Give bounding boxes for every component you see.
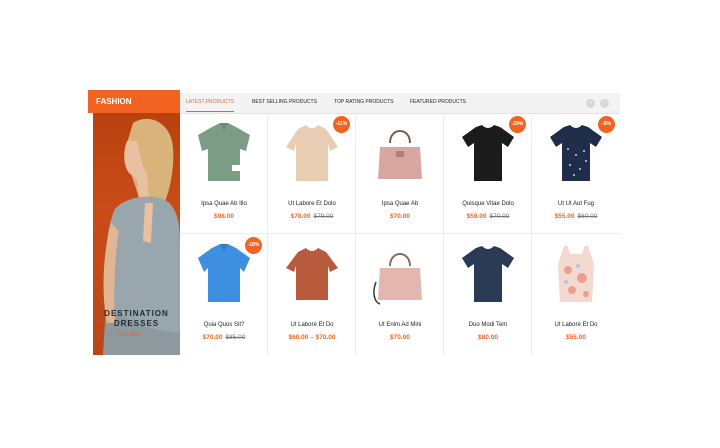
- product-card[interactable]: Ut Enim Ad Mini $70.00: [356, 234, 444, 355]
- old-price: $79.00: [313, 213, 334, 220]
- product-name[interactable]: Ut Labore Et Do: [268, 322, 356, 328]
- current-price: $70.00: [202, 334, 223, 341]
- tab-latest-products[interactable]: Latest Products: [186, 99, 234, 112]
- product-card[interactable]: Ut Labore Et Do $60.00 – $70.00: [268, 234, 356, 355]
- product-name[interactable]: Quisque Vitae Dolo: [444, 201, 532, 207]
- prev-arrow-icon[interactable]: ‹: [586, 99, 595, 108]
- product-grid: Ipsa Quae Ab Illo $98.00 -11% Ut Labore …: [180, 113, 620, 355]
- black-tshirt-icon: [462, 125, 514, 181]
- product-price: $98.00: [180, 213, 268, 220]
- old-price: $70.00: [489, 213, 510, 220]
- banner-title-line1: DESTINATION: [104, 309, 169, 318]
- old-price: $60.00: [577, 213, 598, 220]
- product-name[interactable]: Ut Labore Et Dolo: [268, 201, 356, 207]
- banner-title-line2: DRESSES: [113, 319, 160, 328]
- banner-see-more-link[interactable]: > See More: [115, 332, 141, 338]
- product-price: $50.00 $70.00: [444, 213, 532, 220]
- product-card[interactable]: -11% Ut Labore Et Dolo $70.00 $79.00: [268, 113, 356, 234]
- product-widget: FASHION DESTINATION DRESSES > See More L…: [88, 90, 620, 355]
- product-card[interactable]: Ipsa Quae Ab $70.00: [356, 113, 444, 234]
- product-price: $70.00 $79.00: [268, 213, 356, 220]
- product-card[interactable]: Ut Labore Et Do $55.00: [532, 234, 620, 355]
- product-card[interactable]: -8% Ut Ut Aut Fug $55.00 $60.00: [532, 113, 620, 234]
- green-shirt-icon: [198, 123, 250, 181]
- beige-top-icon: [286, 125, 338, 181]
- product-price: $80.00: [444, 334, 532, 341]
- next-arrow-icon[interactable]: ›: [600, 99, 609, 108]
- current-price: $80.00: [478, 334, 498, 341]
- product-name[interactable]: Ipsa Quae Ab Illo: [180, 201, 268, 207]
- floral-top-icon: [558, 246, 594, 302]
- current-price: $60.00 – $70.00: [288, 334, 336, 341]
- category-title[interactable]: FASHION: [88, 90, 180, 113]
- product-name[interactable]: Ut Enim Ad Mini: [356, 322, 444, 328]
- product-price: $70.00 $85.00: [180, 334, 268, 341]
- product-name[interactable]: Ut Labore Et Do: [532, 322, 620, 328]
- tab-best-selling-products[interactable]: Best Selling Products: [252, 99, 317, 105]
- product-name[interactable]: Ut Ut Aut Fug: [532, 201, 620, 207]
- current-price: $50.00: [466, 213, 487, 220]
- current-price: $55.00: [566, 334, 586, 341]
- current-price: $70.00: [390, 213, 410, 220]
- product-card[interactable]: -18% Quia Quos Sit? $70.00 $85.00: [180, 234, 268, 355]
- product-price: $60.00 – $70.00: [268, 334, 356, 341]
- product-price: $55.00 $60.00: [532, 213, 620, 220]
- current-price: $98.00: [214, 213, 234, 220]
- category-banner[interactable]: DESTINATION DRESSES > See More: [93, 113, 180, 355]
- current-price: $70.00: [290, 213, 311, 220]
- product-name[interactable]: Quia Quos Sit?: [180, 322, 268, 328]
- current-price: $70.00: [390, 334, 410, 341]
- product-tabs: Latest Products Best Selling Products To…: [180, 93, 620, 114]
- old-price: $85.00: [225, 334, 246, 341]
- navy-top-icon: [550, 125, 602, 181]
- pink-bag-icon: [373, 253, 422, 305]
- tab-featured-products[interactable]: Featured Products: [410, 99, 466, 105]
- current-price: $55.00: [554, 213, 575, 220]
- product-price: $70.00: [356, 213, 444, 220]
- product-card[interactable]: Ipsa Quae Ab Illo $98.00: [180, 113, 268, 234]
- product-price: $55.00: [532, 334, 620, 341]
- product-card[interactable]: Duo Modi Tem $80.00: [444, 234, 532, 355]
- pink-handbag-icon: [378, 130, 422, 179]
- navy-tshirt-icon: [462, 246, 514, 302]
- blue-shirt-icon: [198, 244, 250, 302]
- product-name[interactable]: Duo Modi Tem: [444, 322, 532, 328]
- product-name[interactable]: Ipsa Quae Ab: [356, 201, 444, 207]
- tab-top-rating-products[interactable]: Top Rating Products: [334, 99, 393, 105]
- product-card[interactable]: -29% Quisque Vitae Dolo $50.00 $70.00: [444, 113, 532, 234]
- rust-top-icon: [286, 248, 338, 300]
- product-price: $70.00: [356, 334, 444, 341]
